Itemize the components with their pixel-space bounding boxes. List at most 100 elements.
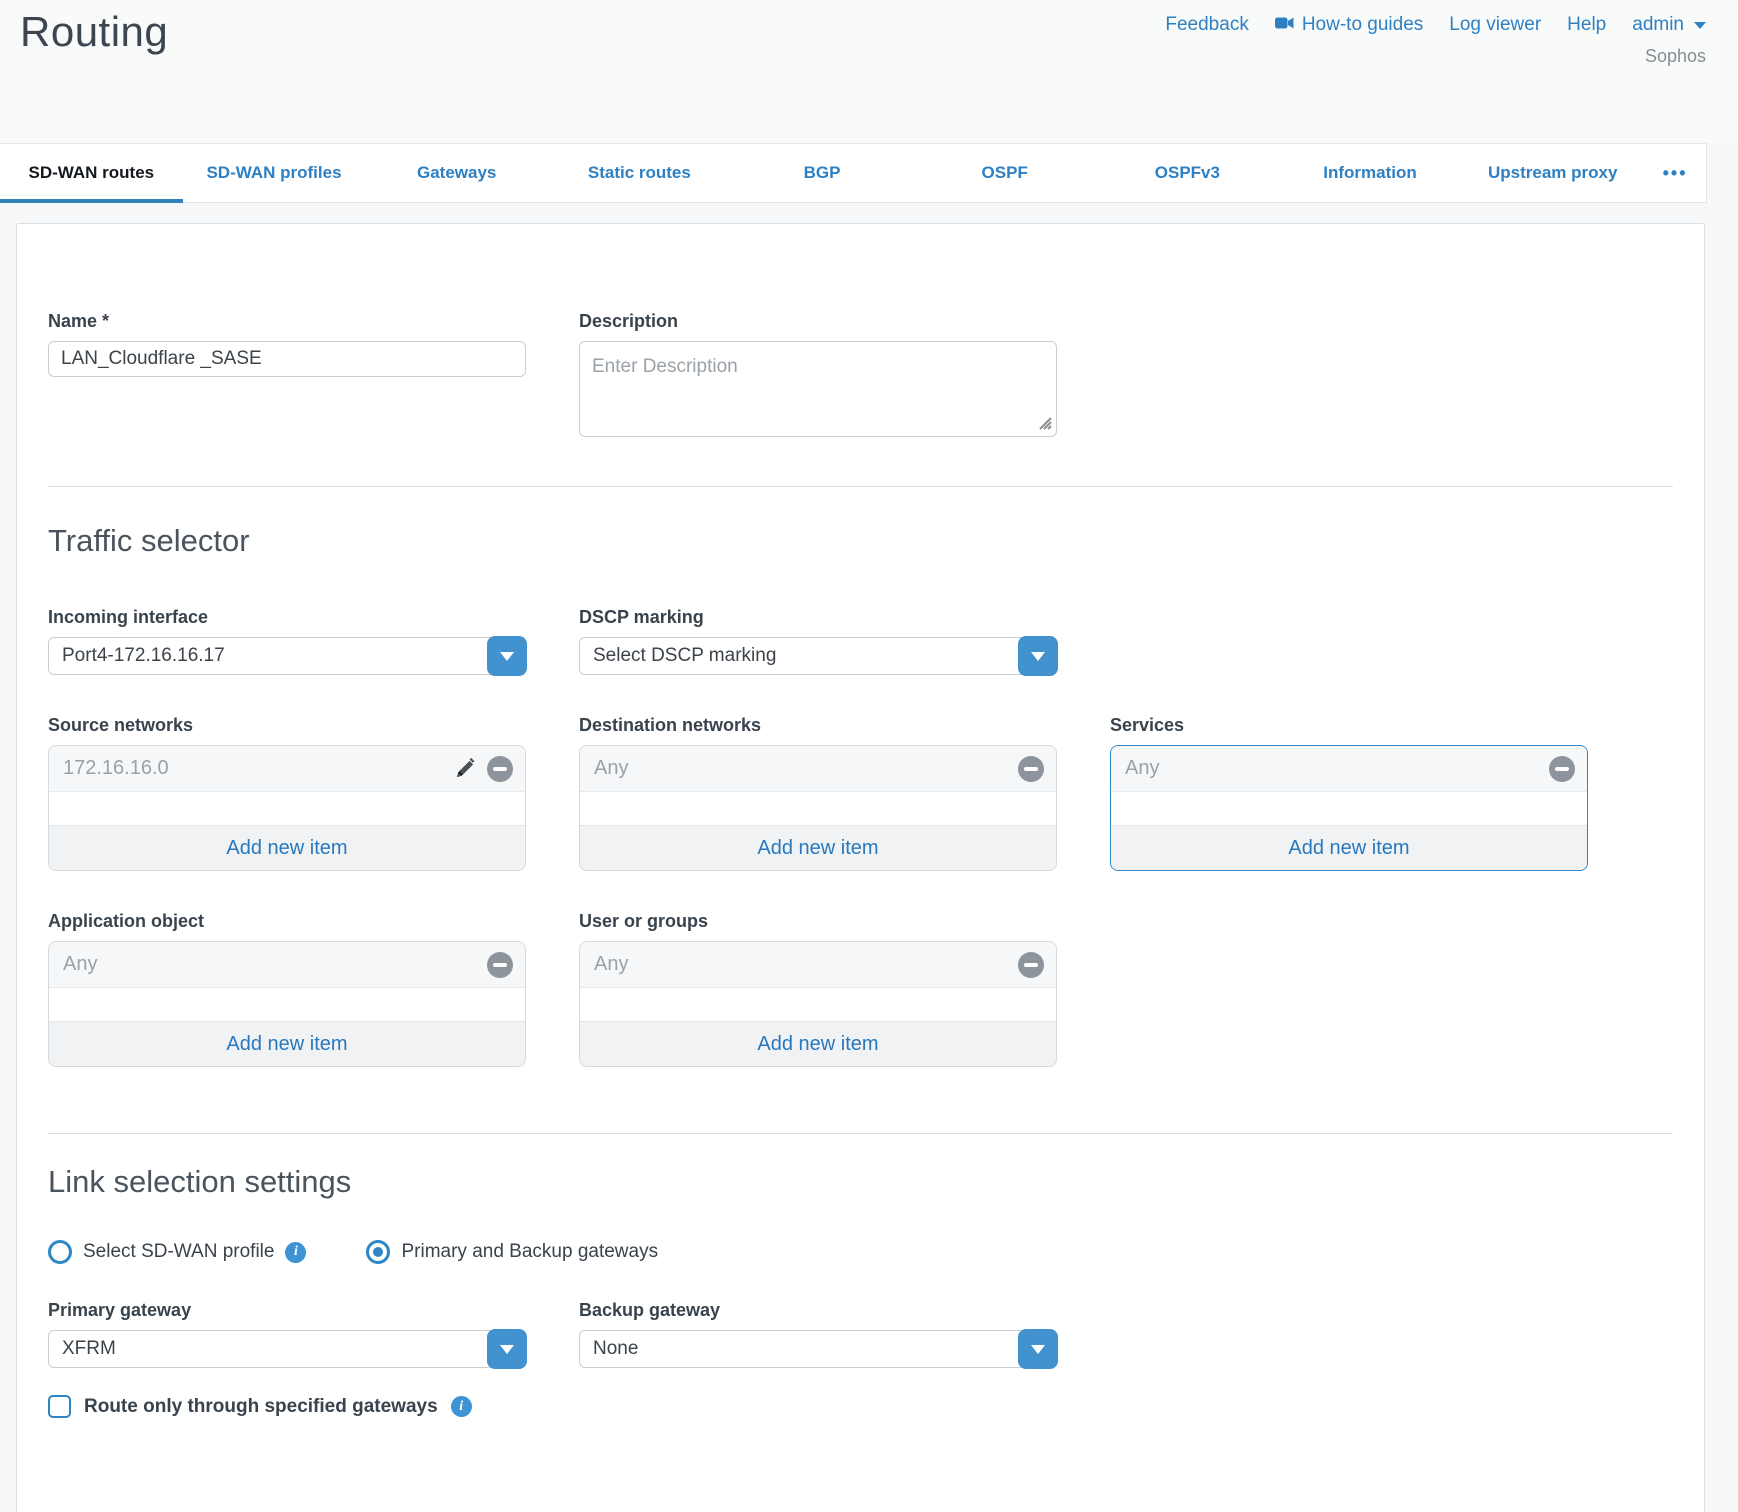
info-icon[interactable]: i [285, 1242, 306, 1263]
link-selection-radios: Select SD-WAN profile i Primary and Back… [48, 1240, 1673, 1264]
list-item-value: Any [63, 953, 97, 976]
triangle-down-icon [500, 652, 514, 661]
add-new-item-button[interactable]: Add new item [49, 825, 525, 870]
brand-text: Sophos [1645, 46, 1706, 67]
section-divider [48, 486, 1673, 487]
listbox-empty-area [580, 792, 1056, 825]
dscp-marking-dropdown[interactable]: Select DSCP marking [579, 637, 1057, 675]
tab-bgp[interactable]: BGP [731, 144, 914, 202]
dropdown-arrow-button[interactable] [487, 1329, 527, 1369]
primary-backup-radio[interactable] [366, 1240, 390, 1264]
incoming-interface-dropdown[interactable]: Port4-172.16.16.17 [48, 637, 526, 675]
tab-overflow-menu[interactable]: ••• [1644, 144, 1706, 202]
remove-item-icon[interactable] [487, 952, 513, 978]
tab-sd-wan-routes[interactable]: SD-WAN routes [0, 144, 183, 202]
dropdown-arrow-button[interactable] [1018, 1329, 1058, 1369]
required-asterisk: * [102, 311, 109, 331]
primary-gateway-value: XFRM [48, 1330, 526, 1368]
link-selection-heading: Link selection settings [48, 1164, 1673, 1200]
backup-gateway-value: None [579, 1330, 1057, 1368]
info-icon[interactable]: i [451, 1396, 472, 1417]
name-input[interactable] [48, 341, 526, 377]
log-viewer-link[interactable]: Log viewer [1449, 14, 1541, 36]
list-item[interactable]: Any [580, 746, 1056, 792]
destination-networks-label: Destination networks [579, 715, 1057, 736]
application-object-label: Application object [48, 911, 526, 932]
incoming-interface-value: Port4-172.16.16.17 [48, 637, 526, 675]
video-camera-icon [1275, 14, 1294, 36]
name-label: Name * [48, 311, 526, 332]
dropdown-arrow-button[interactable] [1018, 636, 1058, 676]
list-item[interactable]: 172.16.16.0 [49, 746, 525, 792]
user-or-groups-label: User or groups [579, 911, 1057, 932]
triangle-down-icon [1031, 652, 1045, 661]
add-new-item-button[interactable]: Add new item [580, 1021, 1056, 1066]
listbox-empty-area [580, 988, 1056, 1021]
edit-pencil-icon[interactable] [454, 757, 477, 780]
sdwan-profile-radio[interactable] [48, 1240, 72, 1264]
backup-gateway-label: Backup gateway [579, 1300, 1057, 1321]
networks-row: Source networks 172.16.16.0 Add new item… [48, 715, 1673, 871]
tab-ospfv3[interactable]: OSPFv3 [1096, 144, 1279, 202]
user-or-groups-listbox: Any Add new item [579, 941, 1057, 1067]
name-description-row: Name * Description [48, 311, 1673, 442]
dropdown-arrow-button[interactable] [487, 636, 527, 676]
remove-item-icon[interactable] [487, 756, 513, 782]
primary-gateway-dropdown[interactable]: XFRM [48, 1330, 526, 1368]
list-item-value: Any [594, 757, 628, 780]
page-title: Routing [20, 8, 168, 56]
dscp-marking-value: Select DSCP marking [579, 637, 1057, 675]
tab-information[interactable]: Information [1279, 144, 1462, 202]
remove-item-icon[interactable] [1018, 756, 1044, 782]
primary-gateway-label: Primary gateway [48, 1300, 526, 1321]
list-item-value: Any [594, 953, 628, 976]
description-label: Description [579, 311, 1057, 332]
help-link[interactable]: Help [1567, 14, 1606, 36]
tab-gateways[interactable]: Gateways [365, 144, 548, 202]
tab-static-routes[interactable]: Static routes [548, 144, 731, 202]
listbox-empty-area [49, 792, 525, 825]
route-only-checkbox[interactable] [48, 1395, 71, 1418]
howto-guides-label: How-to guides [1302, 14, 1423, 36]
listbox-empty-area [1111, 792, 1587, 825]
services-listbox: Any Add new item [1110, 745, 1588, 871]
dscp-marking-label: DSCP marking [579, 607, 1057, 628]
description-textarea[interactable] [579, 341, 1057, 437]
list-item[interactable]: Any [49, 942, 525, 988]
sd-wan-route-form-card: Name * Description Traffic selector Inco… [16, 223, 1705, 1512]
list-item-value: 172.16.16.0 [63, 757, 169, 780]
routing-tabbar: SD-WAN routes SD-WAN profiles Gateways S… [0, 143, 1707, 203]
page-header: Routing Feedback How-to guides Log viewe… [0, 0, 1738, 143]
remove-item-icon[interactable] [1549, 756, 1575, 782]
list-item[interactable]: Any [580, 942, 1056, 988]
remove-item-icon[interactable] [1018, 952, 1044, 978]
tab-ospf[interactable]: OSPF [913, 144, 1096, 202]
admin-menu[interactable]: admin [1632, 14, 1706, 36]
add-new-item-button[interactable]: Add new item [580, 825, 1056, 870]
sdwan-profile-radio-label: Select SD-WAN profile [83, 1241, 274, 1263]
backup-gateway-dropdown[interactable]: None [579, 1330, 1057, 1368]
services-label: Services [1110, 715, 1588, 736]
triangle-down-icon [500, 1345, 514, 1354]
gateways-row: Primary gateway XFRM Backup gateway None [48, 1300, 1673, 1368]
incoming-interface-label: Incoming interface [48, 607, 526, 628]
tab-upstream-proxy[interactable]: Upstream proxy [1461, 144, 1644, 202]
triangle-down-icon [1031, 1345, 1045, 1354]
route-only-row: Route only through specified gateways i [48, 1395, 1673, 1418]
application-object-listbox: Any Add new item [48, 941, 526, 1067]
radio-group-primary-backup: Primary and Backup gateways [366, 1240, 658, 1264]
source-networks-listbox: 172.16.16.0 Add new item [48, 745, 526, 871]
chevron-down-icon [1694, 22, 1706, 29]
primary-backup-radio-label: Primary and Backup gateways [401, 1241, 658, 1263]
section-divider [48, 1133, 1673, 1134]
tab-sd-wan-profiles[interactable]: SD-WAN profiles [183, 144, 366, 202]
admin-label: admin [1632, 14, 1684, 36]
resize-handle-icon[interactable] [1036, 414, 1052, 435]
add-new-item-button[interactable]: Add new item [49, 1021, 525, 1066]
list-item[interactable]: Any [1111, 746, 1587, 792]
feedback-link[interactable]: Feedback [1165, 14, 1248, 36]
add-new-item-button[interactable]: Add new item [1111, 825, 1587, 870]
interface-dscp-row: Incoming interface Port4-172.16.16.17 DS… [48, 607, 1673, 675]
radio-group-sdwan-profile: Select SD-WAN profile i [48, 1240, 306, 1264]
howto-guides-link[interactable]: How-to guides [1275, 14, 1423, 36]
